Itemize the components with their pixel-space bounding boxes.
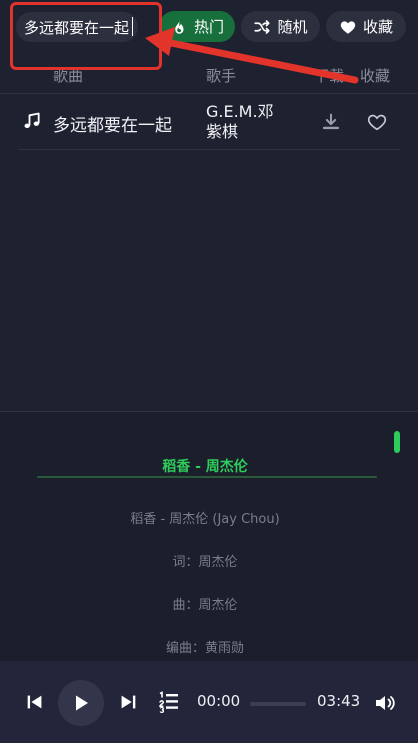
- column-header-favorite: 收藏: [360, 67, 391, 85]
- column-header-artist: 歌手: [206, 67, 237, 85]
- hot-filter-label: 热门: [193, 18, 224, 36]
- favorites-filter-button[interactable]: 收藏: [326, 11, 406, 42]
- lyrics-title-underline: [37, 476, 377, 478]
- lyric-line: 曲：周杰伦: [172, 598, 238, 613]
- favorites-filter-label: 收藏: [362, 18, 393, 36]
- song-table-header: 歌曲 歌手 下载 收藏: [0, 60, 418, 94]
- skip-next-icon: [121, 695, 136, 709]
- song-title: 多远都要在一起: [53, 116, 172, 136]
- music-note-icon: [24, 112, 40, 128]
- volume-button[interactable]: [373, 691, 397, 715]
- column-header-download: 下载: [314, 67, 345, 85]
- column-header-song: 歌曲: [53, 67, 84, 85]
- progress-slider[interactable]: [250, 702, 306, 706]
- search-input[interactable]: [16, 12, 138, 42]
- lyrics-scrollbar[interactable]: [394, 431, 400, 453]
- download-icon[interactable]: [320, 111, 342, 133]
- shuffle-icon: [254, 19, 271, 34]
- text-caret: [132, 17, 133, 36]
- lyric-line: 词：周杰伦: [172, 555, 238, 570]
- lyrics-panel[interactable]: 稻香 - 周杰伦 稻香 - 周杰伦 (Jay Chou) 词：周杰伦 曲：周杰伦…: [0, 411, 418, 661]
- play-icon: [76, 695, 88, 711]
- playlist-icon: [159, 691, 178, 713]
- next-button[interactable]: [117, 691, 139, 713]
- skip-previous-icon: [27, 695, 42, 709]
- random-filter-label: 随机: [277, 18, 308, 36]
- volume-icon: [376, 696, 395, 710]
- hot-filter-button[interactable]: 热门: [159, 11, 235, 42]
- top-bar: 热门 随机 收藏: [0, 0, 418, 52]
- song-artist: G.E.M.邓紫棋: [206, 102, 274, 141]
- heart-icon: [340, 20, 356, 34]
- previous-button[interactable]: [24, 691, 46, 713]
- lyric-line: 编曲：黄雨勋: [165, 641, 244, 656]
- random-filter-button[interactable]: 随机: [241, 11, 320, 42]
- total-duration: 03:43: [317, 692, 361, 710]
- player-bar: 00:00 03:43: [0, 661, 418, 743]
- current-time: 00:00: [197, 692, 241, 710]
- playlist-button[interactable]: [157, 689, 181, 713]
- table-row[interactable]: 多远都要在一起 G.E.M.邓紫棋: [18, 94, 400, 150]
- play-button[interactable]: [58, 680, 104, 726]
- flame-icon: [175, 19, 184, 34]
- lyric-line: 稻香 - 周杰伦 (Jay Chou): [130, 512, 280, 527]
- lyrics-title: 稻香 - 周杰伦: [162, 459, 248, 475]
- heart-outline-icon[interactable]: [366, 111, 388, 133]
